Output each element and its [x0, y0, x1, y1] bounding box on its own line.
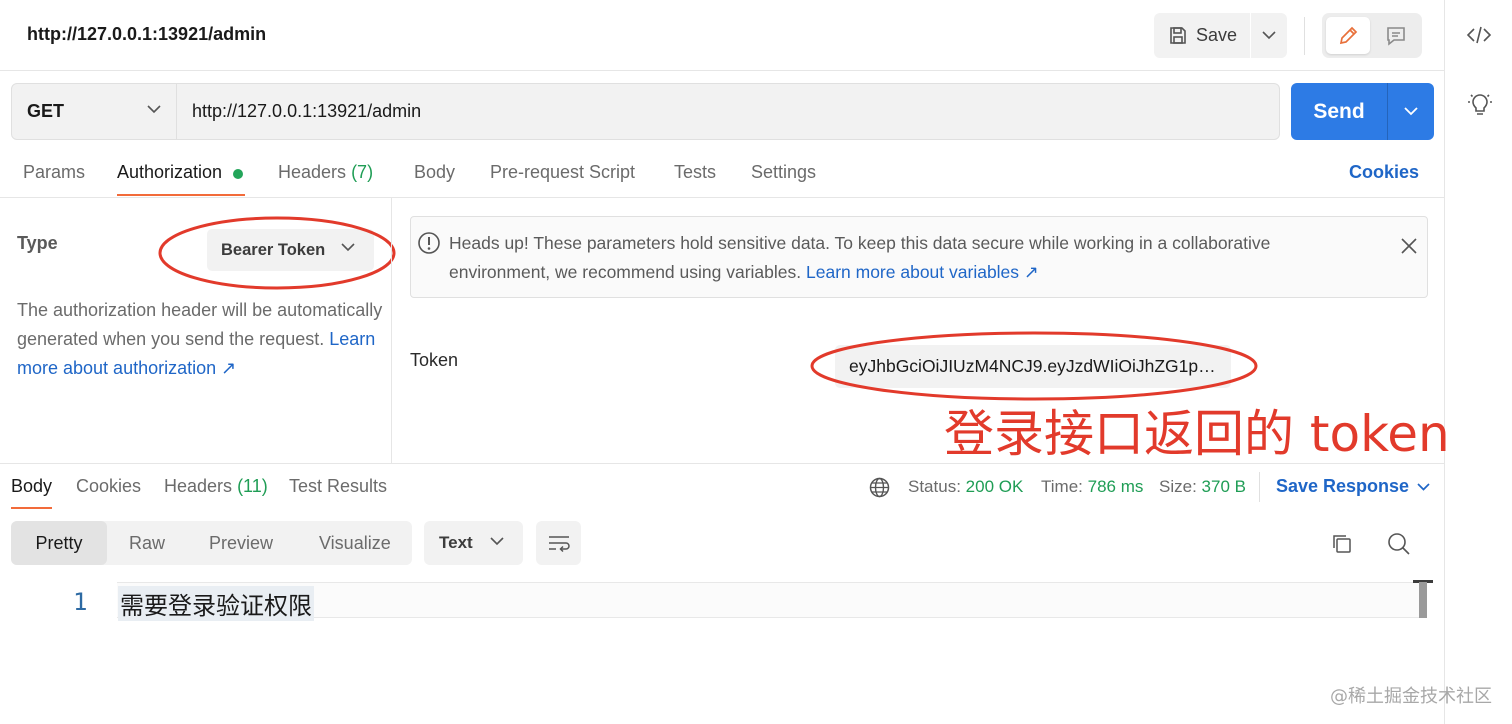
- chevron-down-icon: [490, 537, 504, 546]
- auth-description-text: The authorization header will be automat…: [17, 300, 383, 349]
- tab-headers[interactable]: Headers (7): [278, 162, 373, 183]
- wrap-lines-button[interactable]: [536, 521, 581, 565]
- tab-headers-count: (7): [351, 162, 374, 182]
- send-dropdown-button[interactable]: [1388, 83, 1434, 140]
- response-tab-body[interactable]: Body: [11, 476, 52, 497]
- view-tab-visualize[interactable]: Visualize: [319, 521, 391, 565]
- code-icon[interactable]: [1466, 24, 1492, 46]
- tab-body[interactable]: Body: [414, 162, 455, 183]
- response-tab-test-results[interactable]: Test Results: [289, 476, 387, 497]
- status-label: Status:: [908, 477, 961, 496]
- right-sidebar-divider: [1444, 0, 1445, 724]
- learn-more-variables-link[interactable]: Learn more about variables ↗: [806, 262, 1039, 282]
- close-icon[interactable]: [1400, 237, 1418, 255]
- tab-authorization[interactable]: Authorization: [117, 162, 222, 183]
- mode-toggle: [1322, 13, 1422, 58]
- chevron-down-icon: [1404, 107, 1418, 116]
- time-value: 786 ms: [1087, 477, 1144, 496]
- size-label: Size:: [1159, 477, 1197, 496]
- tab-tests[interactable]: Tests: [674, 162, 716, 183]
- divider: [1259, 472, 1260, 502]
- active-tab-indicator: [117, 194, 245, 196]
- watermark: @稀土掘金技术社区: [1330, 686, 1492, 707]
- response-tab-headers[interactable]: Headers (11): [164, 476, 268, 497]
- chevron-down-icon: [1262, 31, 1276, 40]
- divider: [391, 198, 392, 463]
- scrollbar-thumb[interactable]: [1419, 582, 1427, 618]
- auth-description: The authorization header will be automat…: [17, 296, 389, 383]
- annotation-text: 登录接口返回的 token: [944, 405, 1450, 463]
- method-label: GET: [27, 101, 65, 121]
- url-input[interactable]: http://127.0.0.1:13921/admin: [177, 83, 1280, 140]
- lightbulb-icon[interactable]: [1467, 92, 1493, 118]
- divider: [0, 197, 1444, 198]
- tab-settings[interactable]: Settings: [751, 162, 816, 183]
- response-headers-count: (11): [237, 476, 268, 496]
- save-dropdown-button[interactable]: [1251, 13, 1287, 58]
- chevron-down-icon: [147, 105, 161, 114]
- view-mode-tabs: Pretty Raw Preview Visualize: [11, 521, 412, 565]
- comment-icon: [1385, 25, 1407, 47]
- wrap-lines-icon: [547, 533, 571, 553]
- edit-mode-button[interactable]: [1326, 17, 1370, 54]
- copy-icon[interactable]: [1331, 533, 1353, 555]
- tab-headers-label: Headers: [278, 162, 347, 182]
- method-select[interactable]: GET: [11, 83, 177, 140]
- view-tab-preview[interactable]: Preview: [209, 521, 273, 565]
- save-button[interactable]: Save: [1154, 13, 1250, 58]
- save-label: Save: [1196, 25, 1238, 45]
- active-tab-indicator: [11, 507, 52, 509]
- tab-params[interactable]: Params: [23, 162, 85, 183]
- status-dot: [233, 169, 243, 179]
- response-body-text[interactable]: 需要登录验证权限: [118, 586, 314, 621]
- warning-text: Heads up! These parameters hold sensitiv…: [449, 229, 1349, 287]
- save-response-label: Save Response: [1276, 476, 1410, 496]
- request-title[interactable]: http://127.0.0.1:13921/admin: [27, 24, 266, 45]
- divider: [0, 463, 1444, 464]
- line-number: 1: [73, 588, 88, 616]
- chevron-down-icon: [1417, 482, 1430, 491]
- red-annotation-ellipse: [808, 330, 1262, 404]
- size-value: 370 B: [1201, 477, 1246, 496]
- save-group: Save: [1154, 13, 1287, 58]
- info-icon: [417, 231, 441, 255]
- status-info[interactable]: Status: 200 OK: [908, 477, 1023, 497]
- language-value: Text: [439, 533, 473, 552]
- red-annotation-ellipse: [158, 215, 400, 293]
- tab-prerequest-script[interactable]: Pre-request Script: [490, 162, 635, 183]
- send-button[interactable]: Send: [1291, 83, 1387, 140]
- divider: [1304, 17, 1305, 55]
- response-headers-label: Headers: [164, 476, 233, 496]
- send-button-group: Send: [1291, 83, 1434, 140]
- size-info[interactable]: Size: 370 B: [1159, 477, 1246, 497]
- status-value: 200 OK: [965, 477, 1024, 496]
- save-response-button[interactable]: Save Response: [1276, 476, 1430, 497]
- time-label: Time:: [1041, 477, 1083, 496]
- warning-banner: Heads up! These parameters hold sensitiv…: [410, 216, 1428, 298]
- cookies-link[interactable]: Cookies: [1349, 162, 1419, 183]
- time-info[interactable]: Time: 786 ms: [1041, 477, 1143, 497]
- view-tab-raw[interactable]: Raw: [129, 521, 165, 565]
- token-label: Token: [410, 350, 459, 370]
- globe-icon[interactable]: [869, 477, 890, 498]
- language-select[interactable]: Text: [424, 521, 523, 565]
- comment-mode-button[interactable]: [1374, 17, 1418, 54]
- save-icon: [1168, 26, 1188, 46]
- view-tab-pretty[interactable]: Pretty: [11, 521, 107, 565]
- auth-type-label: Type: [17, 233, 58, 253]
- divider: [0, 70, 1444, 71]
- search-icon[interactable]: [1387, 532, 1411, 556]
- pencil-icon: [1337, 25, 1359, 47]
- response-tab-cookies[interactable]: Cookies: [76, 476, 141, 497]
